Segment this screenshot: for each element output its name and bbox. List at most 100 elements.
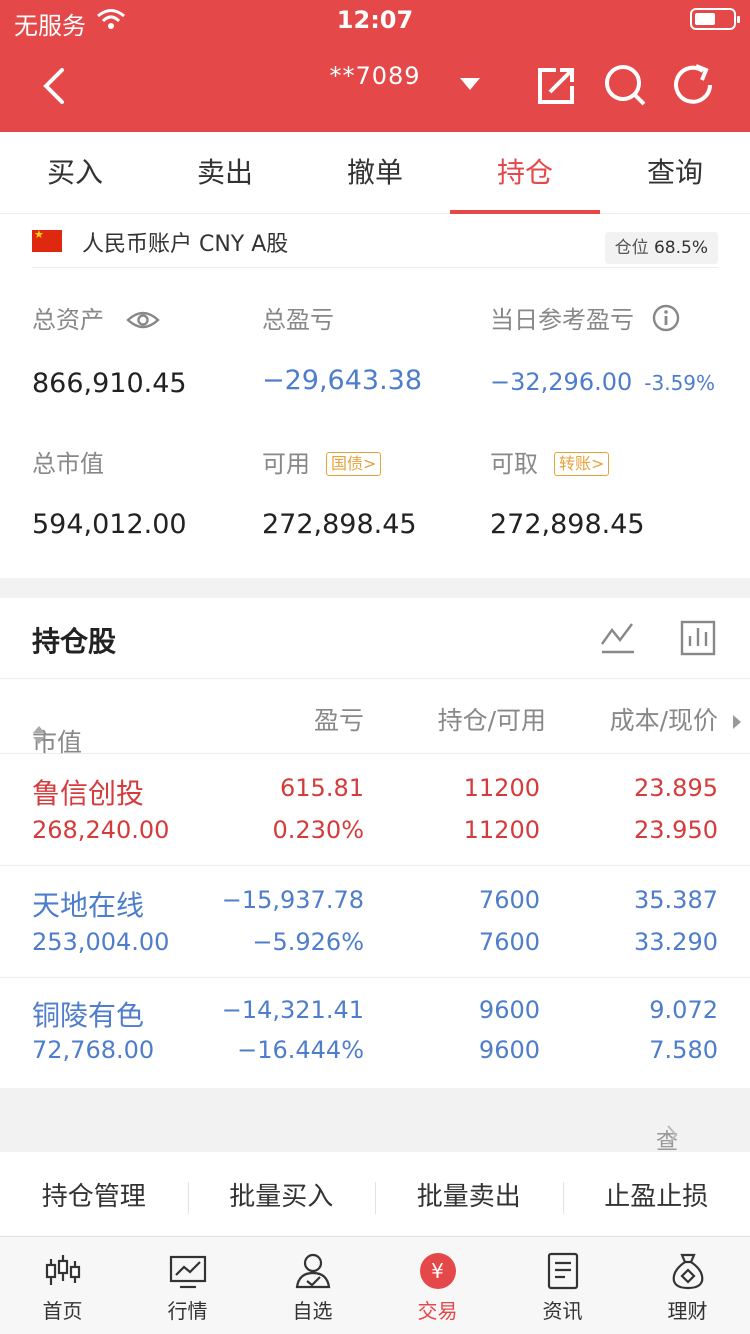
refresh-icon[interactable] (670, 62, 716, 112)
withdrawable-value: 272,898.45 (490, 509, 645, 540)
available-label: 可用 (262, 450, 310, 478)
stock-holding: 11200 (463, 774, 540, 802)
tabbar-home[interactable]: 首页 (0, 1237, 125, 1334)
tabbar-wealth[interactable]: 理财 (625, 1237, 750, 1334)
nav-bar: **7089 (0, 44, 750, 132)
col-cost: 成本/现价 (609, 706, 718, 735)
sort-icon (32, 723, 46, 752)
scroll-right-icon[interactable] (732, 707, 742, 736)
candlestick-icon (45, 1255, 80, 1285)
app-header: 无服务 12:07 **7089 (0, 0, 750, 132)
position-label: 仓位 (614, 238, 649, 258)
stock-available: 9600 (478, 1036, 540, 1064)
clock: 12:07 (336, 6, 414, 34)
yuan-icon: ¥ (419, 1253, 456, 1289)
battery-icon (690, 8, 740, 30)
transfer-tag[interactable]: 转账> (554, 452, 610, 476)
bottom-tab-bar: 首页 行情 自选 ¥ 交易 资讯 理财 (0, 1236, 750, 1334)
caret-down-icon[interactable] (458, 76, 482, 96)
search-icon[interactable] (602, 62, 648, 112)
available-value: 272,898.45 (262, 509, 417, 540)
account-name: 人民币账户 CNY A股 (82, 232, 289, 257)
tabbar-label: 首页 (42, 1299, 83, 1323)
available-funds: 可用 国债> 272,898.45 (262, 444, 417, 540)
trade-tabs: 买入 卖出 撤单 持仓 查询 (0, 132, 750, 214)
total-assets: 总资产 866,910.45 (32, 300, 187, 399)
table-row[interactable]: 天地在线 253,004.00 −15,937.78 −5.926% 7600 … (0, 866, 750, 978)
tab-cancel[interactable]: 撤单 (300, 132, 450, 213)
chevron-right-icon (666, 1124, 678, 1152)
cleared-stocks-bar: 查看已清仓股票 (0, 1088, 750, 1334)
china-flag-icon (32, 228, 62, 252)
document-icon (547, 1252, 578, 1290)
tabbar-news[interactable]: 资讯 (500, 1237, 625, 1334)
bar-chart-icon[interactable] (678, 618, 718, 662)
stock-pnl: −15,937.78 (221, 886, 364, 914)
stock-pnl: −14,321.41 (221, 996, 364, 1024)
asset-summary: 人民币账户 CNY A股 仓位 68.5% 总资产 866,910.45 总盈亏… (0, 214, 750, 578)
tab-holdings[interactable]: 持仓 (450, 132, 600, 214)
total-assets-label: 总资产 (32, 306, 104, 334)
trend-line-icon[interactable] (598, 618, 638, 662)
stock-name: 鲁信创投 (32, 777, 145, 810)
stock-pnl-percent: 0.230% (272, 816, 364, 844)
tab-query[interactable]: 查询 (600, 132, 750, 213)
table-row[interactable]: 铜陵有色 72,768.00 −14,321.41 −16.444% 9600 … (0, 978, 750, 1090)
table-row[interactable]: 鲁信创投 268,240.00 615.81 0.230% 11200 1120… (0, 754, 750, 866)
account-row: 人民币账户 CNY A股 仓位 68.5% (32, 214, 718, 268)
total-pnl: 总盈亏 −29,643.38 (262, 300, 422, 396)
withdrawable-label: 可取 (490, 450, 538, 478)
tabbar-label: 理财 (667, 1299, 708, 1323)
stock-cost: 35.387 (634, 886, 718, 914)
stock-pnl-percent: −5.926% (252, 928, 364, 956)
market-value: 总市值 594,012.00 (32, 444, 187, 540)
stock-name: 铜陵有色 (32, 999, 145, 1032)
stock-available: 11200 (463, 816, 540, 844)
manage-holdings-button[interactable]: 持仓管理 (0, 1152, 188, 1236)
col-holding: 持仓/可用 (437, 706, 546, 735)
line-chart-icon (169, 1255, 206, 1289)
tab-buy[interactable]: 买入 (0, 132, 150, 213)
position-badge: 仓位 68.5% (604, 232, 718, 264)
share-icon[interactable] (534, 64, 578, 112)
money-bag-icon (672, 1253, 703, 1290)
batch-buy-button[interactable]: 批量买入 (187, 1152, 376, 1236)
total-pnl-value: −29,643.38 (262, 365, 423, 396)
stock-pnl: 615.81 (280, 774, 364, 802)
stock-market-value: 253,004.00 (32, 928, 170, 956)
info-icon[interactable] (652, 304, 680, 338)
daily-pnl-value: −32,296.00 (490, 368, 633, 396)
position-value: 68.5% (653, 238, 708, 258)
col-pnl: 盈亏 (313, 706, 364, 735)
total-pnl-label: 总盈亏 (262, 306, 334, 334)
user-check-icon (295, 1253, 330, 1289)
stock-price: 33.290 (634, 928, 718, 956)
daily-pnl-label: 当日参考盈亏 (490, 306, 634, 334)
stock-market-value: 72,768.00 (32, 1036, 155, 1064)
batch-sell-button[interactable]: 批量卖出 (375, 1152, 563, 1236)
holdings-table-header: 市值 盈亏 持仓/可用 成本/现价 (0, 678, 750, 757)
holding-actions: 持仓管理 批量买入 批量卖出 止盈止损 (0, 1152, 750, 1236)
stock-available: 7600 (478, 928, 540, 956)
withdrawable-funds: 可取 转账> 272,898.45 (490, 444, 645, 540)
market-value-value: 594,012.00 (32, 509, 187, 540)
market-value-label: 总市值 (32, 450, 104, 478)
tab-sell[interactable]: 卖出 (150, 132, 300, 213)
stop-profit-loss-button[interactable]: 止盈止损 (562, 1152, 750, 1236)
stock-cost: 23.895 (634, 774, 718, 802)
status-bar: 无服务 12:07 (0, 0, 750, 40)
tabbar-watchlist[interactable]: 自选 (250, 1237, 375, 1334)
tabbar-label: 交易 (417, 1299, 458, 1323)
tabbar-label: 自选 (292, 1299, 333, 1323)
tabbar-label: 资讯 (542, 1299, 583, 1323)
stock-price: 7.580 (649, 1036, 718, 1064)
tabbar-label: 行情 (167, 1299, 208, 1323)
holdings-section: 持仓股 市值 盈亏 持仓/可用 成本/现价 鲁信创投 268,240.00 61… (0, 598, 750, 1088)
bond-tag[interactable]: 国债> (326, 452, 382, 476)
tabbar-market[interactable]: 行情 (125, 1237, 250, 1334)
stock-name: 天地在线 (32, 889, 145, 922)
eye-icon[interactable] (125, 308, 160, 338)
tabbar-trade[interactable]: ¥ 交易 (375, 1237, 500, 1334)
stock-price: 23.950 (634, 816, 718, 844)
stock-market-value: 268,240.00 (32, 816, 170, 844)
